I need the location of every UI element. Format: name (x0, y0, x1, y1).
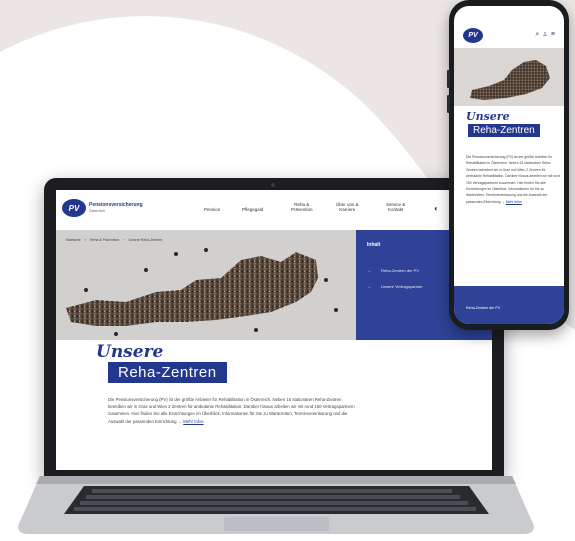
phone-screen: PV ⌕♙≡ Unsere Reha-Zentren Die Pensionsv… (454, 6, 564, 324)
toc-item-vertragspartner[interactable]: → Unsere Vertragspartner (367, 284, 423, 289)
breadcrumb-current: Unsere Reha-Zentren (128, 238, 163, 242)
breadcrumb: Startseite › Reha & Prävention › Unsere Reha… (66, 238, 163, 242)
logo-subtitle: Österreich (89, 209, 106, 213)
nav-pension[interactable]: Pension (204, 207, 220, 212)
phone-footer: Reha-Zentren der PV (454, 286, 564, 324)
arrow-right-icon: → (501, 199, 505, 204)
phone-page-title: Reha-Zentren (468, 124, 540, 137)
toc-title: Inhalt (367, 242, 381, 248)
nav-service-kontakt[interactable]: Service & Kontakt (386, 202, 405, 212)
laptop-screen: PV Pensionsversicherung Österreich Pensi… (56, 190, 492, 470)
arrow-right-icon: → (367, 268, 371, 273)
austria-crowd-map (66, 248, 338, 336)
phone-more-info-link[interactable]: Mehr Infos (506, 200, 522, 204)
toc-item-reha-zentren[interactable]: → Reha-Zentren der PV (367, 268, 419, 273)
nav-ueber-uns[interactable]: Über uns & Karriere (336, 202, 359, 212)
breadcrumb-reha[interactable]: Reha & Prävention (90, 238, 119, 242)
user-icon[interactable]: ♙ (542, 31, 551, 38)
arrow-right-icon: → (367, 284, 371, 289)
phone-intro-text: Die Pensionsversicherung (PV) ist der gr… (466, 155, 561, 204)
nav-pflegegeld[interactable]: Pflegegeld (242, 207, 263, 212)
phone-footer-link[interactable]: Reha-Zentren der PV (466, 306, 500, 310)
laptop: PV Pensionsversicherung Österreich Pensi… (44, 178, 504, 478)
pv-logo[interactable]: PV (463, 28, 483, 43)
phone-volume-button (447, 70, 450, 88)
page-title-script: Unsere (96, 342, 164, 362)
laptop-base-keyboard (18, 476, 534, 534)
phone-title-script: Unsere (466, 110, 510, 123)
more-info-link[interactable]: Mehr Infos (183, 419, 203, 424)
arrow-right-icon: → (177, 418, 183, 424)
page-title: Reha-Zentren (108, 362, 227, 383)
pv-logo[interactable]: PV (62, 199, 86, 217)
hero-image: Startseite › Reha & Prävention › Unsere Reha… (56, 230, 356, 340)
logo-name: Pensionsversicherung (89, 202, 143, 208)
phone-hero-image (454, 48, 564, 106)
intro-text: Die Pensionsversicherung (PV) ist der gr… (108, 397, 355, 424)
breadcrumb-home[interactable]: Startseite (66, 238, 81, 242)
smartphone: PV ⌕♙≡ Unsere Reha-Zentren Die Pensionsv… (447, 0, 569, 330)
phone-volume-button (447, 95, 450, 113)
nav-reha-praevention[interactable]: Reha & Prävention (291, 202, 313, 212)
menu-icon[interactable]: ≡ (551, 31, 558, 38)
laptop-camera (271, 183, 275, 187)
contrast-icon[interactable]: ◐ (434, 205, 442, 213)
phone-header-icons: ⌕♙≡ (535, 31, 558, 39)
site-header: PV Pensionsversicherung Österreich Pensi… (56, 190, 492, 231)
